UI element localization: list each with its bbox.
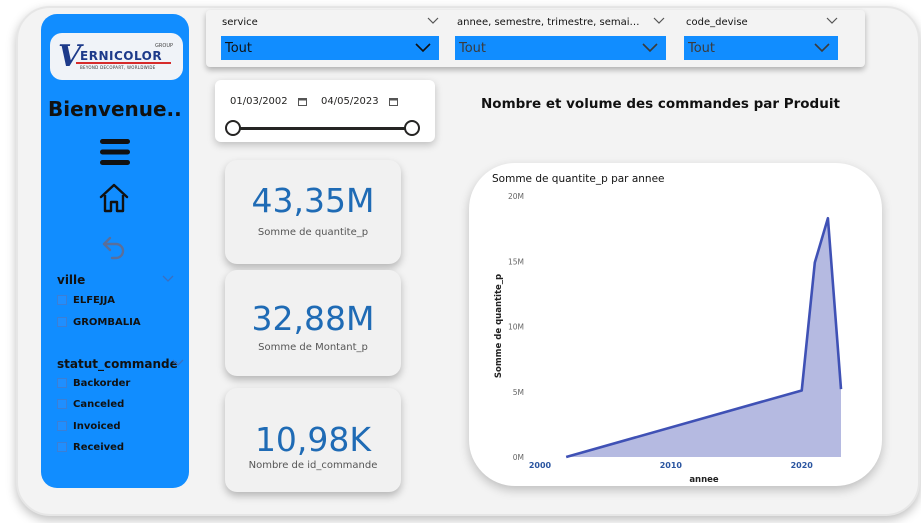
- y-tick-label: 0M: [513, 453, 524, 462]
- y-tick-label: 15M: [508, 257, 524, 266]
- x-tick-label: 2020: [791, 461, 814, 470]
- y-tick-label: 5M: [513, 388, 524, 397]
- x-tick-label: 2010: [660, 461, 683, 470]
- x-tick-label: 2000: [529, 461, 552, 470]
- y-axis-title: Somme de quantite_p: [494, 274, 504, 378]
- x-axis-title: annee: [689, 475, 719, 485]
- series-area: [566, 218, 841, 457]
- y-tick-label: 20M: [508, 192, 524, 201]
- area-chart: 0M 5M 10M 15M 20M 2000 2010 2020 annee Somme de q…: [494, 192, 843, 485]
- y-tick-label: 10M: [508, 323, 524, 332]
